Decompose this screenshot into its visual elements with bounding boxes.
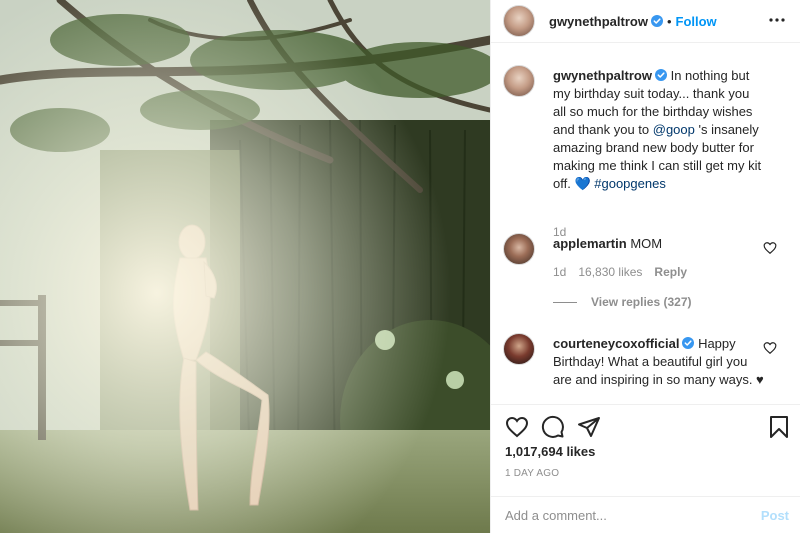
verified-badge-icon	[650, 15, 663, 27]
header-separator: •	[666, 13, 672, 29]
verified-badge-icon	[682, 337, 695, 349]
likes-count[interactable]: 1,017,694 likes	[505, 444, 595, 459]
view-replies-line	[553, 301, 577, 303]
more-options-icon[interactable]	[767, 10, 787, 30]
post-comment-button[interactable]: Post	[761, 508, 789, 523]
comment-like-heart-icon[interactable]	[763, 241, 777, 255]
post-side-panel: gwynethpaltrow • Follow gwynethpaltrow I…	[490, 0, 800, 533]
reply-button[interactable]: Reply	[654, 265, 687, 279]
post-photo-illustration	[0, 0, 490, 533]
commenter-username[interactable]: applemartin	[553, 236, 627, 251]
author-avatar[interactable]	[503, 5, 535, 37]
comment-meta: 1d 16,830 likes Reply	[553, 265, 687, 279]
comment-age: 1d	[553, 265, 567, 279]
comment-text: courteneycoxofficial Happy Birthday! Wha…	[553, 335, 765, 389]
comment-likes-count[interactable]: 16,830 likes	[578, 265, 642, 279]
verified-badge-icon	[654, 69, 667, 81]
commenter-username[interactable]: courteneycoxofficial	[553, 336, 679, 351]
commenter-avatar[interactable]	[503, 233, 535, 265]
comments-scroll-area[interactable]: gwynethpaltrow In nothing but my birthda…	[491, 42, 800, 404]
instagram-post-view: gwynethpaltrow • Follow gwynethpaltrow I…	[0, 0, 800, 533]
post-time-ago[interactable]: 1 DAY AGO	[505, 468, 559, 479]
author-username[interactable]: gwynethpaltrow	[549, 14, 648, 29]
share-paper-plane-icon[interactable]	[577, 415, 601, 439]
save-bookmark-icon[interactable]	[767, 415, 791, 439]
add-comment-bar: Post	[491, 496, 800, 533]
post-header: gwynethpaltrow • Follow	[491, 0, 800, 42]
caption-author-avatar[interactable]	[503, 65, 535, 97]
view-replies-button[interactable]: View replies (327)	[553, 295, 692, 309]
caption-username[interactable]: gwynethpaltrow	[553, 68, 652, 83]
goop-mention-link[interactable]: @goop	[653, 122, 695, 137]
blue-heart-emoji: 💙	[574, 176, 591, 191]
goopgenes-hashtag-link[interactable]: #goopgenes	[594, 176, 666, 191]
post-action-bar	[491, 404, 800, 444]
add-comment-input[interactable]	[505, 507, 735, 523]
commenter-avatar[interactable]	[503, 333, 535, 365]
view-replies-label[interactable]: View replies (327)	[591, 295, 692, 309]
like-heart-icon[interactable]	[505, 415, 529, 439]
comment-bubble-icon[interactable]	[541, 415, 565, 439]
caption-text: gwynethpaltrow In nothing but my birthda…	[553, 67, 765, 193]
comment-text: applemartin MOM	[553, 235, 765, 253]
comment-body: MOM	[630, 236, 663, 251]
follow-button[interactable]: Follow	[676, 14, 717, 29]
post-photo[interactable]	[0, 0, 490, 533]
comment-like-heart-icon[interactable]	[763, 341, 777, 355]
